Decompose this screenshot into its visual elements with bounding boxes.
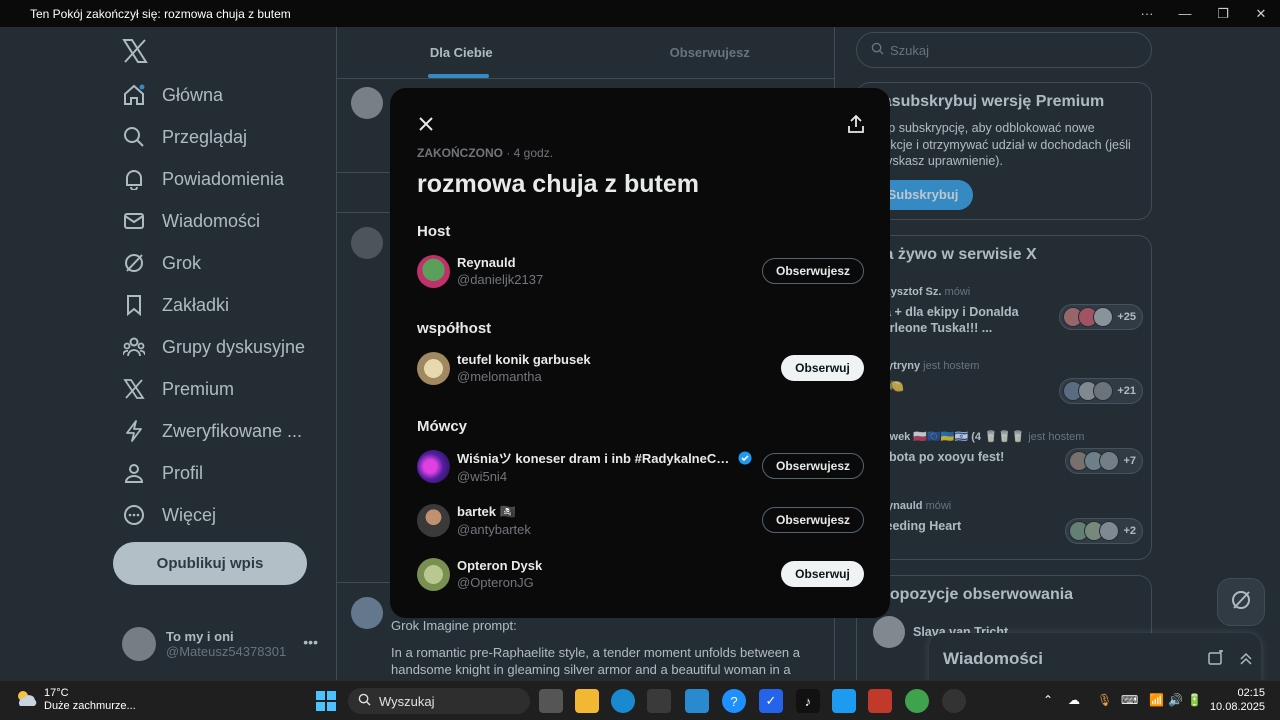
search-icon (358, 693, 371, 709)
weather-widget[interactable]: 17°C Duże zachmurze... (14, 687, 136, 713)
avatar (417, 351, 450, 385)
user-name: Wiśniaツ koneser dram i inb #RadykalneCen… (457, 451, 734, 466)
user-handle: @wi5ni4 (457, 469, 508, 484)
following-button[interactable]: Obserwujesz (762, 453, 864, 479)
share-icon[interactable] (844, 112, 868, 136)
task-view-icon[interactable] (539, 689, 563, 713)
user-name: Opteron Dysk (457, 558, 543, 573)
speaker-row[interactable]: bartek 🏴‍☠️ @antybartek Obserwujesz (417, 502, 864, 538)
avatar (417, 254, 450, 288)
user-name: bartek 🏴‍☠️ (457, 503, 516, 519)
status-time: · 4 godz. (506, 146, 554, 160)
verified-badge-icon (738, 451, 752, 465)
window-titlebar: Ten Pokój zakończył się: rozmowa chuja z… (0, 0, 1280, 27)
avatar (417, 557, 450, 591)
space-status: ZAKOŃCZONO · 4 godz. (417, 146, 553, 160)
utorrent-icon[interactable] (905, 689, 929, 713)
keyboard-icon[interactable]: ⌨ (1121, 693, 1138, 707)
following-button[interactable]: Obserwujesz (762, 507, 864, 533)
maximize-button[interactable]: ❐ (1204, 0, 1242, 27)
clock-time: 02:15 (1237, 687, 1265, 699)
following-button[interactable]: Obserwujesz (762, 258, 864, 284)
status-label: ZAKOŃCZONO (417, 146, 503, 160)
section-cohost: współhost (417, 320, 492, 337)
downloader-icon[interactable] (868, 689, 892, 713)
minimize-button[interactable]: — (1166, 0, 1204, 27)
windows-taskbar: 17°C Duże zachmurze... Wyszukaj ? ✓ ♪ ⌃ … (0, 680, 1280, 720)
speaker-row[interactable]: Wiśniaツ koneser dram i inb #RadykalneCen… (417, 448, 864, 484)
volume-icon[interactable]: 🔊 (1168, 693, 1183, 707)
host-row[interactable]: Reynauld @danieljk2137 Obserwujesz (417, 253, 864, 289)
follow-button[interactable]: Obserwuj (781, 355, 864, 381)
tiktok-icon[interactable]: ♪ (796, 689, 820, 713)
taskbar-search[interactable]: Wyszukaj (348, 688, 530, 714)
twitter-app-icon[interactable] (832, 689, 856, 713)
section-speakers: Mówcy (417, 418, 468, 435)
window-menu-button[interactable]: ··· (1128, 0, 1166, 27)
app: Główna Przeglądaj Powiadomienia Wiadomoś… (0, 27, 1280, 680)
cloud-icon (14, 688, 38, 713)
user-handle: @antybartek (457, 521, 531, 537)
cohost-row[interactable]: teufel konik garbusek @melomantha Obserw… (417, 350, 864, 386)
space-title: rozmowa chuja z butem (417, 170, 699, 198)
start-windows-icon[interactable] (314, 689, 338, 713)
weather-temp: 17°C (44, 687, 69, 699)
user-handle: @danieljk2137 (457, 272, 544, 287)
section-host: Host (417, 223, 451, 240)
app-icon[interactable] (685, 689, 709, 713)
speaker-row[interactable]: Opteron Dysk @OpteronJG Obserwuj (417, 556, 864, 592)
user-handle: @OpteronJG (457, 575, 534, 590)
space-ended-modal: ZAKOŃCZONO · 4 godz. rozmowa chuja z but… (390, 88, 890, 618)
battery-icon[interactable]: 🔋 (1187, 693, 1202, 707)
wifi-icon[interactable]: 📶 (1149, 693, 1164, 707)
chevron-up-icon[interactable]: ⌃ (1043, 693, 1053, 707)
close-window-button[interactable]: ✕ (1242, 0, 1280, 27)
todo-check-icon[interactable]: ✓ (759, 689, 783, 713)
clock-date: 10.08.2025 (1209, 701, 1265, 713)
close-icon[interactable] (414, 112, 438, 136)
microphone-icon[interactable]: 🎙 (1097, 693, 1112, 707)
file-explorer-icon[interactable] (575, 689, 599, 713)
cloud-sync-icon[interactable]: ☁ (1068, 693, 1080, 707)
window-title: Ten Pokój zakończył się: rozmowa chuja z… (30, 6, 291, 21)
chatgpt-icon[interactable] (942, 689, 966, 713)
ms-store-icon[interactable] (647, 689, 671, 713)
user-name: teufel konik garbusek (457, 352, 591, 367)
avatar (417, 503, 450, 537)
taskbar-search-placeholder: Wyszukaj (379, 693, 435, 709)
help-icon[interactable]: ? (722, 689, 746, 713)
weather-desc: Duże zachmurze... (44, 700, 136, 712)
taskbar-clock[interactable]: 02:15 10.08.2025 (1207, 686, 1265, 714)
avatar (417, 449, 450, 483)
user-name: Reynauld (457, 255, 516, 270)
follow-button[interactable]: Obserwuj (781, 561, 864, 587)
user-handle: @melomantha (457, 369, 542, 384)
edge-browser-icon[interactable] (611, 689, 635, 713)
